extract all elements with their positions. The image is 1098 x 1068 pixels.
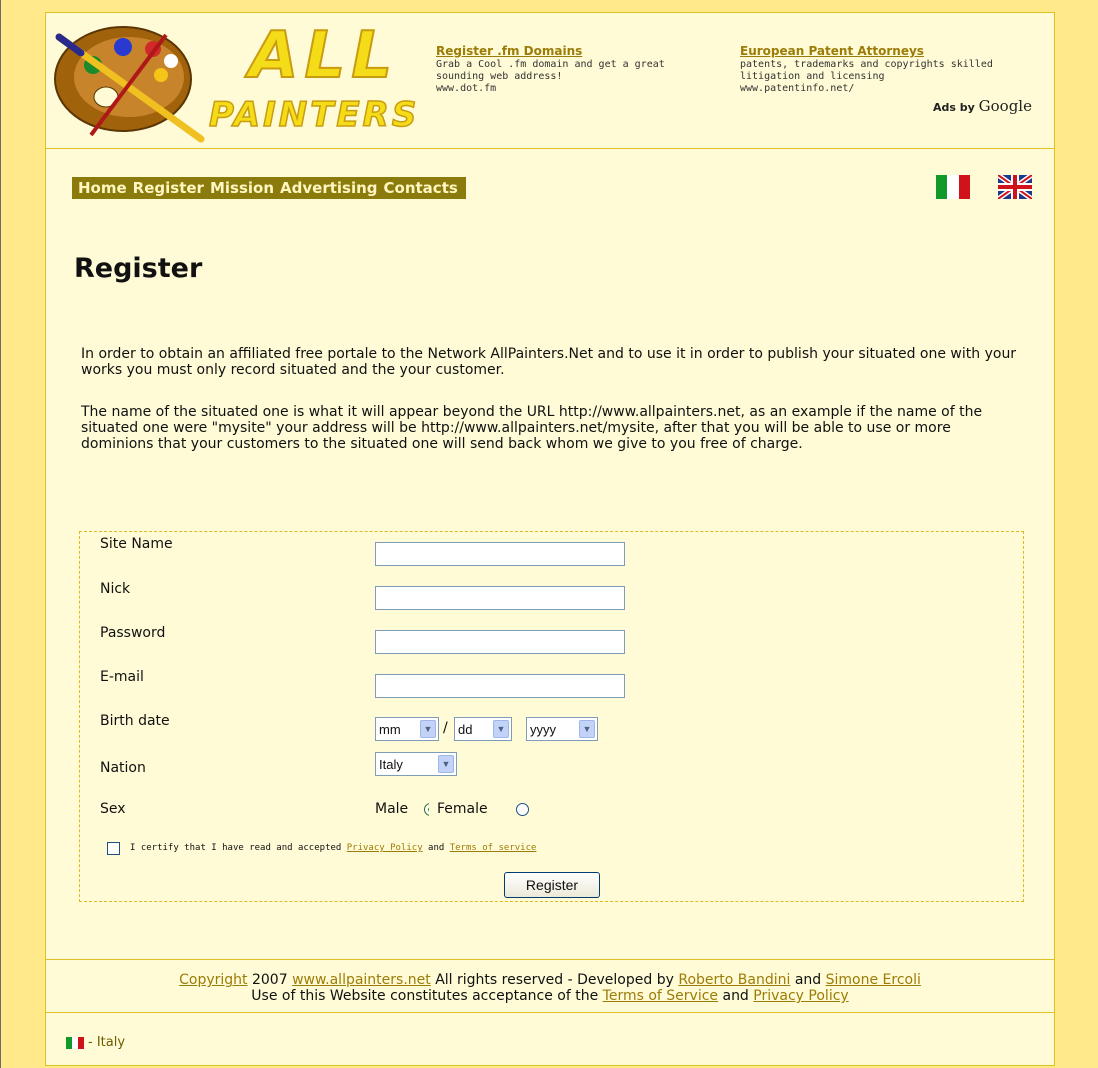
sex-female-label: Female bbox=[429, 801, 488, 817]
email-input[interactable] bbox=[375, 674, 625, 698]
nav-home[interactable]: Home bbox=[78, 179, 127, 197]
chevron-down-icon: ▼ bbox=[493, 720, 509, 738]
left-border bbox=[0, 0, 1, 1068]
certify-and: and bbox=[428, 843, 445, 853]
date-separator: / bbox=[443, 720, 448, 736]
chevron-down-icon: ▼ bbox=[420, 720, 436, 738]
ad-2-url: www.patentinfo.net/ bbox=[740, 83, 855, 94]
nav-register[interactable]: Register bbox=[133, 179, 204, 197]
ad-2-text: patents, trademarks and copyrights skill… bbox=[740, 59, 993, 82]
nation-value: Italy bbox=[379, 756, 403, 772]
footer-and: and bbox=[794, 972, 822, 988]
ad-1-title-link[interactable]: Register .fm Domains bbox=[436, 45, 716, 57]
email-label: E-mail bbox=[100, 669, 144, 685]
register-form: Site Name Nick Password E-mail Birth dat… bbox=[79, 531, 1024, 902]
chevron-down-icon: ▼ bbox=[438, 755, 454, 773]
all-painters-logo[interactable]: ALL PAINTERS bbox=[51, 17, 421, 145]
country-label: - Italy bbox=[88, 1035, 126, 1050]
birth-day-value: dd bbox=[458, 721, 473, 737]
nav-advertising[interactable]: Advertising bbox=[280, 179, 378, 197]
nav-mission[interactable]: Mission bbox=[210, 179, 274, 197]
uk-flag-icon[interactable] bbox=[998, 175, 1032, 199]
footer: Copyright 2007 www.allpainters.net All r… bbox=[46, 959, 1054, 1013]
sex-female-radio[interactable] bbox=[516, 803, 529, 816]
birth-date-label: Birth date bbox=[100, 713, 170, 729]
site-link[interactable]: www.allpainters.net bbox=[292, 972, 431, 988]
nation-select[interactable]: Italy ▼ bbox=[375, 752, 457, 776]
ad-1-url: www.dot.fm bbox=[436, 83, 497, 94]
google-ad-2: European Patent Attorneys patents, trade… bbox=[740, 45, 1020, 95]
country-indicator: - Italy bbox=[66, 1035, 125, 1050]
italy-flag-icon bbox=[66, 1036, 84, 1049]
sex-label: Sex bbox=[100, 801, 126, 817]
site-name-label: Site Name bbox=[100, 536, 173, 552]
chevron-down-icon: ▼ bbox=[579, 720, 595, 738]
birth-year-value: yyyy bbox=[530, 721, 556, 737]
ads-by-label: Ads by bbox=[933, 101, 975, 114]
footer-and-2: and bbox=[722, 988, 749, 1004]
header: ALL PAINTERS Register .fm Domains Grab a… bbox=[46, 13, 1054, 149]
site-name-input[interactable] bbox=[375, 542, 625, 566]
italian-flag-icon[interactable] bbox=[936, 175, 970, 199]
ad-1-text: Grab a Cool .fm domain and get a great s… bbox=[436, 59, 665, 82]
main-nav: Home Register Mission Advertising Contac… bbox=[72, 177, 466, 199]
page-container: ALL PAINTERS Register .fm Domains Grab a… bbox=[45, 12, 1055, 1066]
logo-all: ALL bbox=[248, 18, 399, 94]
page-title: Register bbox=[74, 253, 203, 284]
use-text: Use of this Website constitutes acceptan… bbox=[251, 988, 599, 1004]
birth-day-select[interactable]: dd ▼ bbox=[454, 717, 512, 741]
password-label: Password bbox=[100, 625, 166, 641]
copyright-year: 2007 bbox=[251, 972, 288, 988]
birth-month-value: mm bbox=[379, 721, 401, 737]
footer-line-1: Copyright 2007 www.allpainters.net All r… bbox=[46, 972, 1054, 988]
footer-tos-link[interactable]: Terms of Service bbox=[603, 988, 718, 1004]
certify-prefix: I certify that I have read and accepted bbox=[130, 843, 342, 853]
password-input[interactable] bbox=[375, 630, 625, 654]
google-logo: Google bbox=[978, 97, 1032, 115]
ads-by-google[interactable]: Ads by Google bbox=[933, 97, 1032, 115]
nav-contacts[interactable]: Contacts bbox=[384, 179, 458, 197]
certify-text: I certify that I have read and accepted … bbox=[130, 843, 536, 853]
nick-input[interactable] bbox=[375, 586, 625, 610]
footer-line-2: Use of this Website constitutes acceptan… bbox=[46, 988, 1054, 1004]
intro-paragraph-1: In order to obtain an affiliated free po… bbox=[81, 346, 1017, 378]
ad-2-title-link[interactable]: European Patent Attorneys bbox=[740, 45, 1020, 57]
developer-1-link[interactable]: Roberto Bandini bbox=[678, 972, 790, 988]
birth-month-select[interactable]: mm ▼ bbox=[375, 717, 439, 741]
terms-of-service-link[interactable]: Terms of service bbox=[450, 843, 537, 853]
privacy-policy-link[interactable]: Privacy Policy bbox=[347, 843, 423, 853]
developer-2-link[interactable]: Simone Ercoli bbox=[826, 972, 921, 988]
birth-year-select[interactable]: yyyy ▼ bbox=[526, 717, 598, 741]
sex-male-label: Male bbox=[375, 801, 409, 817]
footer-privacy-link[interactable]: Privacy Policy bbox=[753, 988, 848, 1004]
copyright-link[interactable]: Copyright bbox=[179, 972, 247, 988]
nick-label: Nick bbox=[100, 581, 131, 597]
rights-text: All rights reserved - Developed by bbox=[435, 972, 674, 988]
union-jack-icon bbox=[998, 175, 1032, 199]
logo-painters: PAINTERS bbox=[208, 94, 420, 136]
terms-checkbox[interactable] bbox=[107, 842, 120, 855]
google-ad-1: Register .fm Domains Grab a Cool .fm dom… bbox=[436, 45, 716, 95]
intro-paragraph-2: The name of the situated one is what it … bbox=[81, 404, 983, 452]
register-button[interactable]: Register bbox=[504, 872, 600, 898]
nation-label: Nation bbox=[100, 760, 146, 776]
